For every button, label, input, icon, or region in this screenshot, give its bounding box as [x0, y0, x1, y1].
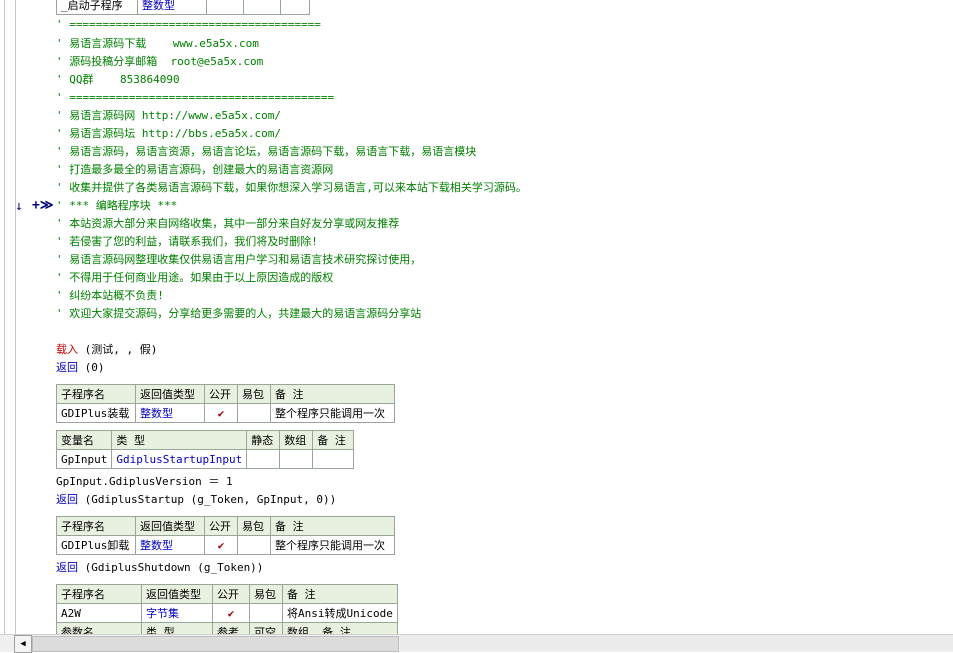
comment-line[interactable]: ' 易语言源码网 http://www.e5a5x.com/ [56, 107, 281, 125]
comment-line[interactable]: ' 纠纷本站概不负责! [56, 287, 164, 305]
return-type-cell[interactable]: 整数型 [137, 0, 207, 15]
sub-table-gdi-unload: 子程序名 返回值类型 公开 易包 备 注 GDIPlus卸载 整数型 ✔ 整个程… [56, 516, 395, 555]
scroll-thumb[interactable] [32, 636, 399, 652]
col-var-name: 变量名 [55, 430, 113, 450]
comment-line[interactable]: ' 收集并提供了各类易语言源码下载，如果你想深入学习易语言,可以来本站下载相关学… [56, 179, 527, 197]
col-sub-name: 子程序名 [56, 584, 142, 604]
code-line[interactable]: 返回 (0) [56, 359, 105, 377]
expand-collapse-icon[interactable]: +≫ [32, 198, 53, 214]
sub-table-gdi-load: 子程序名 返回值类型 公开 易包 备 注 GDIPlus装载 整数型 ✔ 整个程… [56, 384, 395, 423]
col-note: 备 注 [282, 584, 398, 604]
var-name-cell[interactable]: GpInput [55, 449, 113, 469]
check-icon[interactable]: ✔ [212, 603, 250, 623]
var-type-cell[interactable]: GdiplusStartupInput [111, 449, 248, 469]
code-line[interactable]: GpInput.GdiplusVersion ＝ 1 [56, 473, 233, 491]
col-public: 公开 [204, 384, 238, 404]
comment-line[interactable]: ' 本站资源大部分来自网络收集，其中一部分来自好友分享或网友推荐 [56, 215, 399, 233]
check-icon[interactable]: ✔ [204, 403, 238, 423]
col-sub-name: 子程序名 [56, 384, 136, 404]
col-sub-name: 子程序名 [56, 516, 136, 536]
gutter-line [15, 0, 16, 634]
sub-name-cell[interactable]: A2W [56, 603, 142, 623]
col-epkg: 易包 [249, 584, 283, 604]
args: (GdiplusShutdown (g_Token)) [78, 561, 264, 574]
gutter-line [4, 0, 5, 634]
note-cell[interactable]: 整个程序只能调用一次 [270, 403, 395, 423]
col-var-type: 类 型 [111, 430, 248, 450]
col-epkg: 易包 [237, 384, 271, 404]
return-type-cell[interactable]: 整数型 [135, 535, 205, 555]
comment-line[interactable]: ' 源码投稿分享邮箱 root@e5a5x.com [56, 53, 263, 71]
comment-line[interactable]: ' 若侵害了您的利益，请联系我们，我们将及时删除! [56, 233, 318, 251]
col-return-type: 返回值类型 [141, 584, 213, 604]
code-line[interactable]: 载入 (测试, , 假) [56, 341, 157, 359]
note-cell[interactable]: 整个程序只能调用一次 [270, 535, 395, 555]
comment-line[interactable]: ' 易语言源码网整理收集仅供易语言用户学习和易语言技术研究探讨使用， [56, 251, 421, 269]
col-static: 静态 [246, 430, 281, 450]
code-line[interactable]: 返回 (GdiplusStartup (g_Token, GpInput, 0)… [56, 491, 336, 509]
col-array: 数组 [279, 430, 314, 450]
keyword: 返回 [56, 361, 78, 374]
args: (0) [78, 361, 105, 374]
comment-line[interactable]: ' ====================================== [56, 16, 321, 34]
col-public: 公开 [204, 516, 238, 536]
comment-line[interactable]: ' 易语言源码下载 www.e5a5x.com [56, 35, 259, 53]
comment-line[interactable]: ' *** 编略程序块 *** [56, 197, 177, 215]
sub-name-cell[interactable]: _启动子程序 [56, 0, 138, 15]
sub-name-cell[interactable]: GDIPlus卸载 [56, 535, 136, 555]
col-note: 备 注 [270, 516, 395, 536]
epkg-cell[interactable] [237, 535, 271, 555]
return-type-cell[interactable]: 字节集 [141, 603, 213, 623]
public-cell[interactable] [206, 0, 244, 15]
comment-line[interactable]: ' 欢迎大家提交源码，分享给更多需要的人，共建最大的易语言源码分享站 [56, 305, 421, 323]
comment-line[interactable]: ' 易语言源码坛 http://bbs.e5a5x.com/ [56, 125, 281, 143]
code-line[interactable]: 返回 (GdiplusShutdown (g_Token)) [56, 559, 263, 577]
epkg-cell[interactable] [243, 0, 281, 15]
keyword: 返回 [56, 493, 78, 506]
return-type-cell[interactable]: 整数型 [135, 403, 205, 423]
static-cell[interactable] [246, 449, 281, 469]
col-note: 备 注 [270, 384, 395, 404]
comment-line[interactable]: ' QQ群 853864090 [56, 71, 180, 89]
comment-line[interactable]: ' 易语言源码，易语言资源，易语言论坛，易语言源码下载，易语言下载，易语言模块 [56, 143, 476, 161]
comment-line[interactable]: ' 不得用于任何商业用途。如果由于以上原因造成的版权 [56, 269, 333, 287]
args: (测试, , 假) [78, 343, 158, 356]
col-return-type: 返回值类型 [135, 384, 205, 404]
col-epkg: 易包 [237, 516, 271, 536]
var-table: 变量名 类 型 静态 数组 备 注 GpInput GdiplusStartup… [55, 430, 355, 469]
note-cell[interactable] [280, 0, 310, 15]
args: (GdiplusStartup (g_Token, GpInput, 0)) [78, 493, 337, 506]
col-public: 公开 [212, 584, 250, 604]
comment-line[interactable]: ' 打造最多最全的易语言源码，创建最大的易语言资源网 [56, 161, 333, 179]
col-note: 备 注 [312, 430, 355, 450]
note-cell[interactable]: 将Ansi转成Unicode [282, 603, 398, 623]
arrow-down-icon: ↓ [15, 199, 23, 214]
check-icon[interactable]: ✔ [204, 535, 238, 555]
top-sub-table: _启动子程序 整数型 [56, 0, 310, 15]
keyword: 返回 [56, 561, 78, 574]
col-return-type: 返回值类型 [135, 516, 205, 536]
sub-name-cell[interactable]: GDIPlus装载 [56, 403, 136, 423]
comment-line[interactable]: ' ======================================… [56, 89, 334, 107]
keyword: 载入 [56, 343, 78, 356]
epkg-cell[interactable] [237, 403, 271, 423]
horizontal-scrollbar[interactable]: ◀ [0, 634, 953, 653]
array-cell[interactable] [279, 449, 314, 469]
epkg-cell[interactable] [249, 603, 283, 623]
note-cell[interactable] [312, 449, 355, 469]
scroll-left-button[interactable]: ◀ [14, 635, 32, 653]
scrollbar-empty-area [400, 635, 953, 651]
